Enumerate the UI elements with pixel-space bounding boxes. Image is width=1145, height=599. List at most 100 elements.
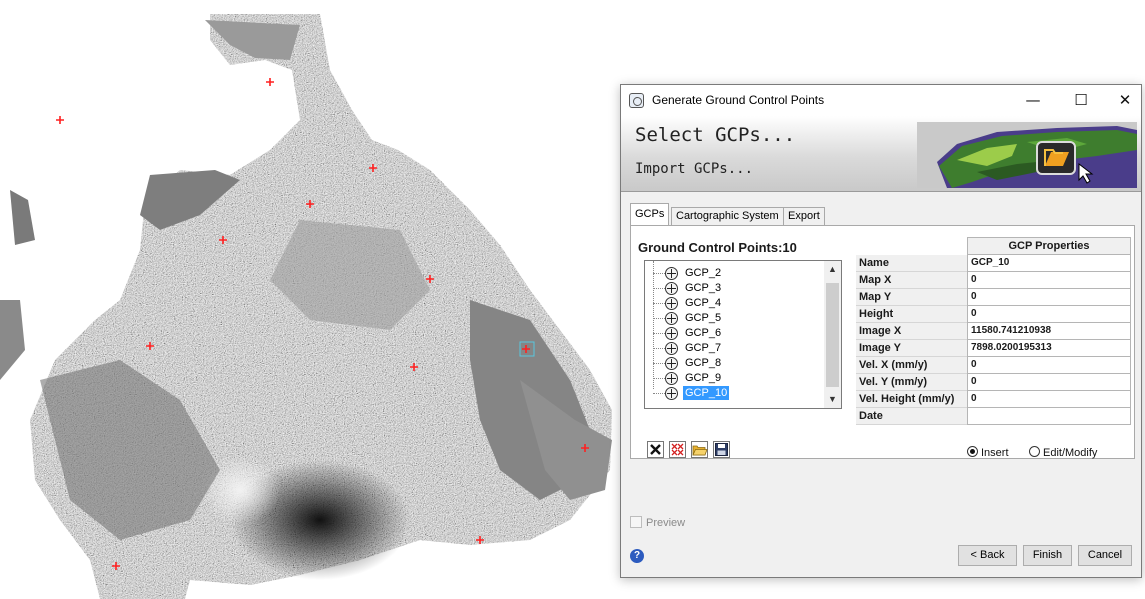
generate-gcp-dialog: Generate Ground Control Points — ☐ ✕ Sel… bbox=[620, 84, 1142, 578]
property-row: Map X0 bbox=[856, 272, 1131, 289]
tab-cartographic-system[interactable]: Cartographic System bbox=[671, 207, 784, 225]
tree-branch-line bbox=[653, 303, 665, 304]
insert-radio-label: Insert bbox=[981, 447, 1009, 459]
gcp-crosshair-icon bbox=[665, 387, 678, 400]
tree-item[interactable]: GCP_6 bbox=[645, 326, 825, 341]
tree-item-label: GCP_6 bbox=[685, 327, 722, 339]
property-row: Vel. Y (mm/y) 0 bbox=[856, 374, 1131, 391]
tree-branch-line bbox=[653, 378, 665, 379]
gcp-crosshair-icon bbox=[665, 312, 678, 325]
property-name: Vel. Height (mm/y) bbox=[856, 391, 967, 408]
property-name: Date bbox=[856, 408, 967, 425]
tree-branch-line bbox=[653, 288, 665, 289]
tree-item[interactable]: GCP_5 bbox=[645, 311, 825, 326]
maximize-button[interactable]: ☐ bbox=[1061, 85, 1101, 116]
close-button[interactable]: ✕ bbox=[1105, 85, 1145, 116]
tree-item-label: GCP_9 bbox=[685, 372, 722, 384]
property-row: Image Y 7898.0200195313 bbox=[856, 340, 1131, 357]
tree-item[interactable]: GCP_7 bbox=[645, 341, 825, 356]
property-row: Vel. X (mm/y) 0 bbox=[856, 357, 1131, 374]
gcp-tree[interactable]: GCP_2 GCP_3 GCP_4 GCP_5 GCP_6 GCP_7 GCP_8 GCP_9… bbox=[644, 260, 842, 409]
property-name: Map Y bbox=[856, 289, 967, 306]
property-value-field[interactable]: 0 bbox=[967, 391, 1131, 408]
gcp-crosshair-icon bbox=[665, 282, 678, 295]
property-row: Date bbox=[856, 408, 1131, 425]
import-gcps-heading: Import GCPs... bbox=[635, 161, 754, 177]
property-name: Name bbox=[856, 255, 967, 272]
preview-checkbox-box[interactable] bbox=[630, 516, 642, 528]
property-value-field[interactable]: GCP_10 bbox=[967, 255, 1131, 272]
insert-radio[interactable]: Insert bbox=[967, 446, 1009, 459]
finish-button[interactable]: Finish bbox=[1023, 545, 1072, 566]
save-icon[interactable] bbox=[713, 441, 730, 458]
tree-branch-line bbox=[653, 363, 665, 364]
tab-export[interactable]: Export bbox=[783, 207, 825, 225]
gcp-crosshair-icon bbox=[665, 297, 678, 310]
map-image bbox=[0, 0, 620, 599]
gcp-marker[interactable] bbox=[56, 116, 64, 124]
tree-branch-line bbox=[653, 273, 665, 274]
tree-item[interactable]: GCP_10 bbox=[645, 386, 825, 401]
tree-item[interactable]: GCP_2 bbox=[645, 266, 825, 281]
property-row: Height 0 bbox=[856, 306, 1131, 323]
help-icon[interactable]: ? bbox=[630, 549, 644, 563]
property-value-field[interactable]: 0 bbox=[967, 289, 1131, 306]
tab-gcps[interactable]: GCPs bbox=[630, 203, 670, 226]
tree-item[interactable]: GCP_3 bbox=[645, 281, 825, 296]
delete-all-icon[interactable] bbox=[669, 441, 686, 458]
property-value-field[interactable]: 0 bbox=[967, 374, 1131, 391]
minimize-button[interactable]: — bbox=[1013, 85, 1053, 116]
open-folder-icon[interactable] bbox=[691, 441, 708, 458]
tree-branch-line bbox=[653, 333, 665, 334]
edit-radio-circle[interactable] bbox=[1029, 446, 1040, 457]
gcp-crosshair-icon bbox=[665, 357, 678, 370]
app-icon bbox=[629, 93, 644, 108]
property-row: Vel. Height (mm/y) 0 bbox=[856, 391, 1131, 408]
gcps-tab-panel: Ground Control Points:10 GCP_2 GCP_3 GCP_4… bbox=[630, 225, 1135, 459]
title-bar[interactable]: Generate Ground Control Points — ☐ ✕ bbox=[621, 85, 1141, 116]
window-title: Generate Ground Control Points bbox=[652, 93, 825, 107]
tree-item-label: GCP_10 bbox=[683, 386, 730, 400]
tree-item[interactable]: GCP_9 bbox=[645, 371, 825, 386]
property-value-field[interactable]: 11580.741210938 bbox=[967, 323, 1131, 340]
scroll-down-icon[interactable]: ▼ bbox=[824, 391, 841, 408]
properties-header: GCP Properties bbox=[967, 237, 1131, 255]
gcp-count-heading: Ground Control Points:10 bbox=[638, 240, 797, 255]
insert-radio-circle[interactable] bbox=[967, 446, 978, 457]
edit-modify-radio[interactable]: Edit/Modify bbox=[1029, 446, 1097, 459]
gcp-crosshair-icon bbox=[665, 372, 678, 385]
tree-branch-line bbox=[653, 318, 665, 319]
tree-item[interactable]: GCP_4 bbox=[645, 296, 825, 311]
delete-icon[interactable] bbox=[647, 441, 664, 458]
property-row: Name GCP_10 bbox=[856, 255, 1131, 272]
gcp-count-value: 10 bbox=[782, 240, 797, 255]
preview-checkbox[interactable]: Preview bbox=[630, 516, 685, 529]
map-view[interactable] bbox=[0, 0, 620, 599]
property-name: Map X bbox=[856, 272, 967, 289]
tree-scrollbar[interactable]: ▲ ▼ bbox=[824, 261, 841, 408]
property-value-field[interactable]: 0 bbox=[967, 357, 1131, 374]
scroll-up-icon[interactable]: ▲ bbox=[824, 261, 841, 278]
property-value-field[interactable]: 0 bbox=[967, 306, 1131, 323]
gcp-marker[interactable] bbox=[266, 78, 274, 86]
property-value-field[interactable]: 0 bbox=[967, 272, 1131, 289]
tree-item-label: GCP_2 bbox=[685, 267, 722, 279]
tree-item[interactable]: GCP_8 bbox=[645, 356, 825, 371]
cancel-button[interactable]: Cancel bbox=[1078, 545, 1132, 566]
back-button[interactable]: < Back bbox=[958, 545, 1017, 566]
gcp-crosshair-icon bbox=[665, 267, 678, 280]
property-value-field[interactable]: 7898.0200195313 bbox=[967, 340, 1131, 357]
edit-radio-label: Edit/Modify bbox=[1043, 447, 1098, 459]
property-name: Image Y bbox=[856, 340, 967, 357]
tree-item-label: GCP_4 bbox=[685, 297, 722, 309]
preview-label: Preview bbox=[646, 517, 686, 529]
gcp-crosshair-icon bbox=[665, 327, 678, 340]
wizard-header: Select GCPs... Import GCPs... bbox=[621, 116, 1141, 192]
land-mass bbox=[0, 14, 612, 599]
property-value-field[interactable] bbox=[967, 408, 1131, 425]
property-name: Height bbox=[856, 306, 967, 323]
property-row: Image X 11580.741210938 bbox=[856, 323, 1131, 340]
scroll-thumb[interactable] bbox=[826, 283, 839, 387]
property-name: Vel. Y (mm/y) bbox=[856, 374, 967, 391]
property-name: Vel. X (mm/y) bbox=[856, 357, 967, 374]
